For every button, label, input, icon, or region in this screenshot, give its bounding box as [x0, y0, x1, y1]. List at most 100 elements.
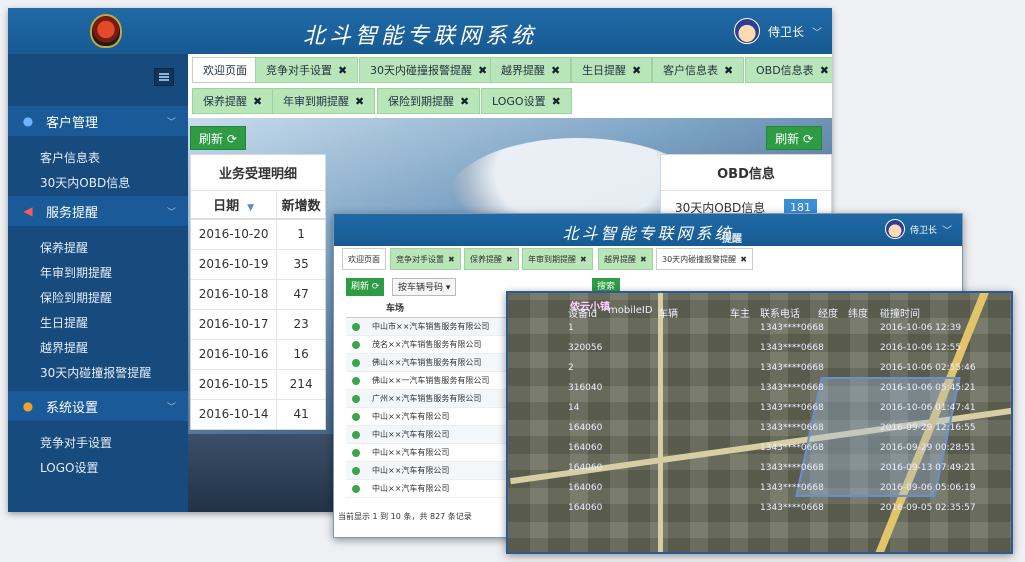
- list-item[interactable]: 中山××汽车有限公司: [346, 408, 512, 426]
- tab-label: 30天内碰撞报警提醒: [370, 64, 472, 77]
- new-count-cell: 47: [276, 278, 325, 309]
- close-icon[interactable]: ✖: [632, 64, 641, 77]
- business-panel: 业务受理明细 日期 ▼ 新增数 2016-10-20 1 2016-10-19 35 20…: [190, 154, 326, 430]
- user-menu[interactable]: 侍卫长 ﹀: [733, 18, 822, 44]
- close-icon[interactable]: ✖: [478, 64, 487, 77]
- dealer-name: 中山××汽车有限公司: [372, 430, 450, 439]
- tab-welcome[interactable]: 欢迎页面: [192, 57, 258, 83]
- sidebar-item-geofence[interactable]: 越界提醒: [8, 336, 188, 361]
- list-item[interactable]: 中山××汽车有限公司: [346, 462, 512, 480]
- tab-welcome[interactable]: 欢迎页面: [342, 248, 386, 270]
- sidebar-group-label: 客户管理: [46, 115, 99, 131]
- list-item[interactable]: 佛山××一汽车销售服务有限公司: [346, 372, 512, 390]
- sidebar-item-insurance[interactable]: 保险到期提醒: [8, 286, 188, 311]
- phone-cell: 1343****0668: [760, 363, 824, 373]
- tab-maintenance[interactable]: 保养提醒 ✖: [192, 88, 274, 114]
- tab-label: 保险到期提醒: [388, 95, 454, 108]
- close-icon[interactable]: ✖: [448, 255, 455, 264]
- close-icon[interactable]: ✖: [506, 255, 513, 264]
- close-icon[interactable]: ✖: [552, 95, 561, 108]
- tab-label: 生日提醒: [582, 64, 626, 77]
- close-icon[interactable]: ✖: [820, 64, 829, 77]
- close-icon[interactable]: ✖: [580, 255, 587, 264]
- phone-cell: 1343****0668: [760, 463, 824, 473]
- chevron-down-icon: ﹀: [166, 402, 176, 413]
- sidebar-item-obd-30days[interactable]: 30天内OBD信息: [8, 171, 188, 196]
- tab-birthday[interactable]: 生日提醒 ✖: [571, 57, 653, 83]
- status-dot-icon: [352, 322, 360, 331]
- phone-cell: 1343****0668: [760, 503, 824, 513]
- refresh-button-right[interactable]: 刷新 ⟳: [766, 126, 822, 150]
- tab-insurance[interactable]: 保险到期提醒 ✖: [377, 88, 481, 114]
- list-item[interactable]: 中山××汽车有限公司: [346, 480, 512, 498]
- tab-label: 竞争对手设置: [396, 255, 444, 264]
- close-icon[interactable]: ✖: [740, 255, 747, 264]
- date-cell: 2016-10-17: [191, 308, 277, 339]
- tab-logo[interactable]: LOGO设置 ✖: [481, 88, 572, 114]
- chevron-down-icon: ﹀: [166, 207, 176, 218]
- tab-geofence[interactable]: 越界提醒 ✖: [598, 248, 653, 270]
- sidebar-group-head-service[interactable]: ◀ 服务提醒 ﹀: [8, 196, 188, 226]
- column-header-date[interactable]: 日期 ▼: [191, 191, 277, 220]
- sidebar-group-head-settings[interactable]: ● 系统设置 ﹀: [8, 391, 188, 421]
- close-icon[interactable]: ✖: [551, 64, 560, 77]
- tab-label: 越界提醒: [604, 255, 636, 264]
- tab-maintenance[interactable]: 保养提醒 ✖: [464, 248, 519, 270]
- user-icon: ●: [22, 114, 34, 128]
- device-id-cell: 320056: [568, 343, 603, 353]
- device-id-cell: 1: [568, 323, 574, 333]
- sidebar-item-customer-info[interactable]: 客户信息表: [8, 146, 188, 171]
- close-icon[interactable]: ✖: [724, 64, 733, 77]
- list-item[interactable]: 中山××汽车有限公司: [346, 444, 512, 462]
- reminder-header-hint: 提醒: [722, 234, 742, 245]
- phone-cell: 1343****0668: [760, 323, 824, 333]
- dealer-name: 佛山××一汽车销售服务有限公司: [372, 376, 490, 385]
- phone-cell: 1343****0668: [760, 443, 824, 453]
- sidebar-item-birthday[interactable]: 生日提醒: [8, 311, 188, 336]
- sort-icon[interactable]: ▼: [247, 203, 254, 213]
- refresh-button-left[interactable]: 刷新 ⟳: [190, 126, 246, 150]
- date-cell: 2016-10-14: [191, 398, 277, 429]
- list-item[interactable]: 佛山××汽车销售服务有限公司: [346, 354, 512, 372]
- user-menu[interactable]: 侍卫长 ﹀: [884, 219, 952, 239]
- list-item[interactable]: 中山市××汽车销售服务有限公司: [346, 318, 512, 336]
- tab-customer-info[interactable]: 客户信息表 ✖: [652, 57, 745, 83]
- tab-collision[interactable]: 30天内碰撞报警提醒 ✖: [656, 248, 753, 270]
- collision-time-cell: 2016-10-06 05:45:21: [880, 383, 976, 393]
- sidebar-item-competitor[interactable]: 竞争对手设置: [8, 431, 188, 456]
- tab-label: 年审到期提醒: [528, 255, 576, 264]
- sidebar-item-collision[interactable]: 30天内碰撞报警提醒: [8, 361, 188, 386]
- tab-annual-review[interactable]: 年审到期提醒 ✖: [522, 248, 593, 270]
- tab-competitor[interactable]: 竞争对手设置 ✖: [390, 248, 461, 270]
- collision-time-cell: 2016-10-06 01:47:41: [880, 403, 976, 413]
- phone-cell: 1343****0668: [760, 483, 824, 493]
- close-icon[interactable]: ✖: [253, 95, 262, 108]
- sidebar-group-head-customer[interactable]: ● 客户管理 ﹀: [8, 106, 188, 136]
- map-window[interactable]: 侬云小镇 设备id mobileID 车辆 车主 联系电话 经度 纬度 碰撞时间…: [506, 291, 1013, 554]
- close-icon[interactable]: ✖: [355, 95, 364, 108]
- device-id-cell: 164060: [568, 503, 603, 513]
- refresh-button[interactable]: 刷新 ⟳: [346, 278, 385, 296]
- close-icon[interactable]: ✖: [460, 95, 469, 108]
- dealer-name: 中山××汽车有限公司: [372, 484, 450, 493]
- list-item[interactable]: 广州××汽车销售服务有限公司: [346, 390, 512, 408]
- sidebar-item-logo[interactable]: LOGO设置: [8, 456, 188, 481]
- tab-collision[interactable]: 30天内碰撞报警提醒 ✖: [359, 57, 499, 83]
- tab-geofence[interactable]: 越界提醒 ✖: [490, 57, 572, 83]
- collision-time-cell: 2016-09-29 00:28:51: [880, 443, 976, 453]
- list-item[interactable]: 茂名××汽车销售服务有限公司: [346, 336, 512, 354]
- list-item[interactable]: 中山××汽车有限公司: [346, 426, 512, 444]
- collision-time-cell: 2016-09-06 05:06:19: [880, 483, 976, 493]
- tab-annual-review[interactable]: 年审到期提醒 ✖: [272, 88, 376, 114]
- close-icon[interactable]: ✖: [640, 255, 647, 264]
- close-icon[interactable]: ✖: [338, 64, 347, 77]
- menu-toggle-icon[interactable]: [154, 68, 174, 86]
- plate-select[interactable]: 按车辆号码 ▾: [392, 278, 457, 296]
- sidebar-item-maintenance[interactable]: 保养提醒: [8, 236, 188, 261]
- tab-label: 欢迎页面: [348, 255, 380, 264]
- tab-obd-info[interactable]: OBD信息表 ✖: [745, 57, 832, 83]
- sidebar-item-annual-review[interactable]: 年审到期提醒: [8, 261, 188, 286]
- tab-competitor[interactable]: 竞争对手设置 ✖: [255, 57, 359, 83]
- column-header-new[interactable]: 新增数: [276, 191, 325, 220]
- dealer-list: 车场 中山市××汽车销售服务有限公司 茂名××汽车销售服务有限公司 佛山××汽车销售…: [346, 300, 512, 498]
